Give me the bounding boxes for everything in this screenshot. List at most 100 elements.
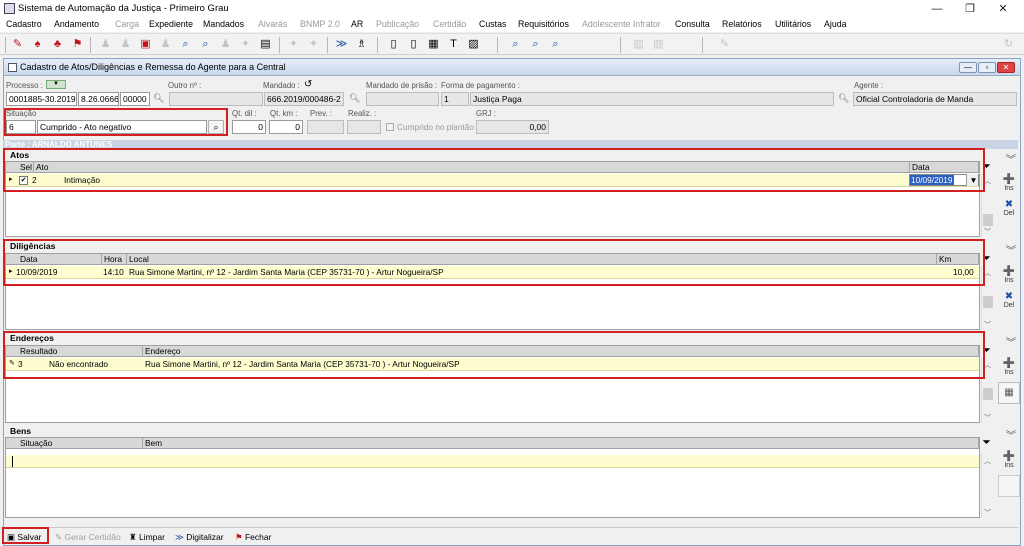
- tool-disabled-7-icon[interactable]: ✦: [307, 38, 320, 51]
- app-icon: [4, 3, 15, 14]
- atos-collapse-icon[interactable]: ︾: [1006, 151, 1016, 166]
- broom-icon: ♜: [129, 532, 139, 542]
- stamp2-icon[interactable]: ♣: [51, 38, 64, 51]
- tool-disabled-5-icon[interactable]: ✦: [239, 38, 252, 51]
- pagamento-field[interactable]: Justiça Paga: [470, 92, 834, 106]
- limpar-button[interactable]: ♜ Limpar: [129, 531, 165, 543]
- enderecos-calendar-button[interactable]: ▦: [998, 382, 1020, 404]
- processo-search-icon[interactable]: 🔍︎: [153, 93, 164, 104]
- scan-icon[interactable]: ≫: [335, 38, 348, 51]
- diligencias-insert-button[interactable]: ➕ Ins: [998, 266, 1020, 288]
- menu-publicacao[interactable]: Publicação: [376, 19, 419, 29]
- form-title: Cadastro de Atos/Diligências e Remessa d…: [20, 62, 286, 72]
- agente-search-icon[interactable]: 🔍︎: [838, 93, 849, 104]
- menu-adolescente-infrator[interactable]: Adolescente Infrator: [582, 19, 661, 29]
- atos-insert-button[interactable]: ➕ Ins: [998, 174, 1020, 196]
- prev-field[interactable]: [307, 120, 344, 134]
- bens-collapse-icon[interactable]: ︾: [1006, 427, 1016, 442]
- tool-disabled-10-icon[interactable]: ✎: [718, 38, 731, 51]
- gerar-certidao-button[interactable]: ✎ Gerar Certidão: [55, 531, 121, 543]
- diligencias-collapse-icon[interactable]: ︾: [1006, 242, 1016, 257]
- qtdil-field[interactable]: 0: [232, 120, 266, 134]
- processo-type-icon[interactable]: ▼: [46, 80, 66, 89]
- mandado-field[interactable]: 666.2019/000486-2: [264, 92, 344, 106]
- outro-label: Outro nº :: [168, 81, 202, 90]
- enderecos-collapse-icon[interactable]: ︾: [1006, 334, 1016, 349]
- mandado-search-icon[interactable]: 🔍︎: [349, 93, 360, 104]
- atos-delete-button[interactable]: ✖ Del: [998, 199, 1020, 221]
- bens-disabled-button[interactable]: [998, 475, 1020, 497]
- page2-icon[interactable]: ▯: [407, 38, 420, 51]
- menu-ajuda[interactable]: Ajuda: [824, 19, 847, 29]
- enderecos-insert-button[interactable]: ➕ Ins: [998, 358, 1020, 380]
- processo-field[interactable]: 0001885-30.2019: [6, 92, 77, 106]
- bens-insert-button[interactable]: ➕ Ins: [998, 451, 1020, 473]
- tool-disabled-2-icon[interactable]: ♟: [119, 38, 132, 51]
- menu-carga[interactable]: Carga: [115, 19, 139, 29]
- tool-disabled-6-icon[interactable]: ✦: [287, 38, 300, 51]
- agente-field[interactable]: Oficial Controladoria de Manda: [853, 92, 1017, 106]
- tool-disabled-8-icon[interactable]: ▥: [632, 38, 645, 51]
- form-close-button[interactable]: ✕: [997, 62, 1015, 73]
- maximize-button[interactable]: ❐: [955, 1, 985, 17]
- tool-disabled-1-icon[interactable]: ♟: [99, 38, 112, 51]
- bens-filter-icon[interactable]: ⏷: [983, 437, 990, 448]
- menu-consulta[interactable]: Consulta: [675, 19, 710, 29]
- fechar-button[interactable]: ⚑ Fechar: [235, 531, 271, 543]
- report-icon[interactable]: ▤: [259, 38, 272, 51]
- cumprido-plantao-checkbox[interactable]: [386, 123, 394, 131]
- menu-alvaras[interactable]: Alvarás: [258, 19, 287, 29]
- menu-expediente[interactable]: Expediente: [149, 19, 193, 29]
- prisao-field[interactable]: [366, 92, 439, 106]
- form-minimize-button[interactable]: —: [959, 62, 977, 73]
- situacao-highlight: [4, 108, 228, 136]
- menu-bnmp[interactable]: BNMP 2.0: [300, 19, 340, 29]
- bens-title: Bens: [10, 426, 32, 436]
- qtkm-field[interactable]: 0: [269, 120, 303, 134]
- search-people-icon[interactable]: ⌕: [509, 38, 522, 51]
- page-icon[interactable]: ▯: [387, 38, 400, 51]
- menu-requisitorios[interactable]: Requisitórios: [518, 19, 569, 29]
- menu-mandados[interactable]: Mandados: [203, 19, 244, 29]
- menu-relatorios[interactable]: Relatórios: [722, 19, 762, 29]
- search-doc2-icon[interactable]: ⌕: [199, 38, 212, 51]
- grj-label: GRJ :: [476, 109, 496, 118]
- menu-cadastro[interactable]: Cadastro: [6, 19, 42, 29]
- cumprido-plantao-label: Cumprido no plantão: [397, 122, 475, 132]
- people-icon[interactable]: ♗: [355, 38, 368, 51]
- close-button[interactable]: ✕: [988, 1, 1018, 17]
- table-row[interactable]: [6, 455, 979, 468]
- stamp3-icon[interactable]: ⚑: [71, 38, 84, 51]
- menu-utilitarios[interactable]: Utilitários: [775, 19, 811, 29]
- edit-doc-icon[interactable]: ▨: [467, 38, 480, 51]
- scan-icon: ≫: [175, 532, 187, 542]
- tool-disabled-9-icon[interactable]: ▥: [652, 38, 665, 51]
- form-restore-button[interactable]: ▫: [978, 62, 996, 73]
- minimize-button[interactable]: —: [922, 1, 952, 17]
- processo-sufixo-field[interactable]: 8.26.0666: [78, 92, 119, 106]
- pagamento-codigo-field[interactable]: 1: [441, 92, 469, 106]
- realiz-field[interactable]: [347, 120, 381, 134]
- tool-disabled-4-icon[interactable]: ♟: [219, 38, 232, 51]
- digitalizar-button[interactable]: ≫ Digitalizar: [175, 531, 224, 543]
- doc-tool-icon[interactable]: ▣: [139, 38, 152, 51]
- processo-seq-field[interactable]: 00000: [120, 92, 150, 106]
- refresh-icon[interactable]: ↻: [1002, 38, 1015, 51]
- search-doc-icon[interactable]: ⌕: [179, 38, 192, 51]
- bens-scrollbar[interactable]: ︿ ﹀: [981, 454, 994, 518]
- stamp-icon[interactable]: ♠: [31, 38, 44, 51]
- tool-disabled-3-icon[interactable]: ♟: [159, 38, 172, 51]
- print-doc-icon[interactable]: ▦: [427, 38, 440, 51]
- pin-icon[interactable]: ✎: [11, 38, 24, 51]
- menu-certidao[interactable]: Certidão: [433, 19, 466, 29]
- menu-ar[interactable]: AR: [351, 19, 363, 29]
- mandado-refresh-icon[interactable]: ↺: [304, 79, 312, 90]
- outro-field[interactable]: [169, 92, 263, 106]
- search-people2-icon[interactable]: ⌕: [529, 38, 542, 51]
- diligencias-delete-button[interactable]: ✖ Del: [998, 291, 1020, 313]
- menu-andamento[interactable]: Andamento: [54, 19, 99, 29]
- menu-custas[interactable]: Custas: [479, 19, 506, 29]
- grj-field[interactable]: 0,00: [476, 120, 549, 134]
- text-doc-icon[interactable]: T: [447, 38, 460, 51]
- search-people3-icon[interactable]: ⌕: [549, 38, 562, 51]
